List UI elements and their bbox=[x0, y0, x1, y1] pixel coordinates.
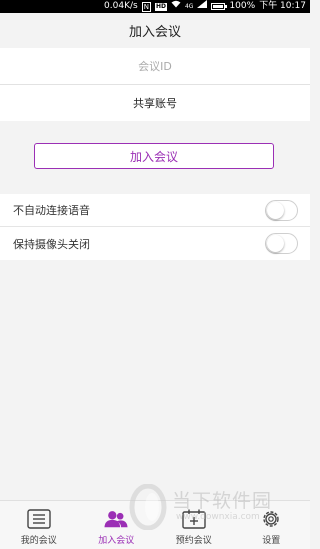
tab-label: 我的会议 bbox=[20, 536, 57, 546]
page-header: 加入会议 bbox=[0, 13, 310, 48]
toggle-knob bbox=[267, 202, 284, 219]
list-icon bbox=[27, 508, 51, 530]
toggle-knob bbox=[267, 235, 284, 252]
network-speed: 0.04K/s bbox=[104, 1, 138, 11]
users-icon bbox=[104, 508, 128, 530]
option-camera-off: 保持摄像头关闭 bbox=[0, 227, 310, 260]
join-meeting-button[interactable]: 加入会议 bbox=[34, 143, 274, 169]
bottom-tab-bar: 我的会议 加入会议 预约会议 设置 bbox=[0, 500, 310, 549]
option-label: 不自动连接语音 bbox=[13, 204, 90, 217]
meeting-id-placeholder: 会议ID bbox=[138, 60, 172, 73]
clock: 下午 10:17 bbox=[259, 1, 306, 11]
tab-my-meetings[interactable]: 我的会议 bbox=[0, 501, 78, 549]
tab-schedule-meeting[interactable]: 预约会议 bbox=[155, 501, 233, 549]
meeting-id-input[interactable]: 会议ID bbox=[0, 48, 310, 85]
battery-level: 100% bbox=[229, 1, 256, 11]
battery-icon bbox=[211, 3, 228, 10]
camera-off-toggle[interactable] bbox=[265, 233, 298, 254]
option-no-auto-audio: 不自动连接语音 bbox=[0, 194, 310, 227]
tab-settings[interactable]: 设置 bbox=[233, 501, 311, 549]
status-bar: 0.04K/s N HD 4G 100% 下午 10:17 bbox=[0, 0, 310, 13]
tab-label: 加入会议 bbox=[98, 536, 135, 546]
signal-icon bbox=[197, 0, 208, 13]
share-account-field[interactable]: 共享账号 bbox=[0, 85, 310, 121]
option-label: 保持摄像头关闭 bbox=[13, 237, 90, 251]
wifi-icon bbox=[171, 0, 181, 13]
no-auto-audio-toggle[interactable] bbox=[265, 200, 298, 221]
tab-label: 预约会议 bbox=[175, 536, 212, 546]
gear-icon bbox=[259, 508, 283, 530]
tab-label: 设置 bbox=[262, 536, 281, 546]
hd-icon: HD bbox=[154, 2, 167, 11]
calendar-icon bbox=[182, 508, 206, 530]
network-type: 4G bbox=[184, 3, 194, 10]
tab-join-meeting[interactable]: 加入会议 bbox=[78, 501, 156, 549]
nfc-icon: N bbox=[141, 1, 151, 12]
page-title: 加入会议 bbox=[128, 25, 181, 40]
share-account-label: 共享账号 bbox=[133, 97, 177, 110]
